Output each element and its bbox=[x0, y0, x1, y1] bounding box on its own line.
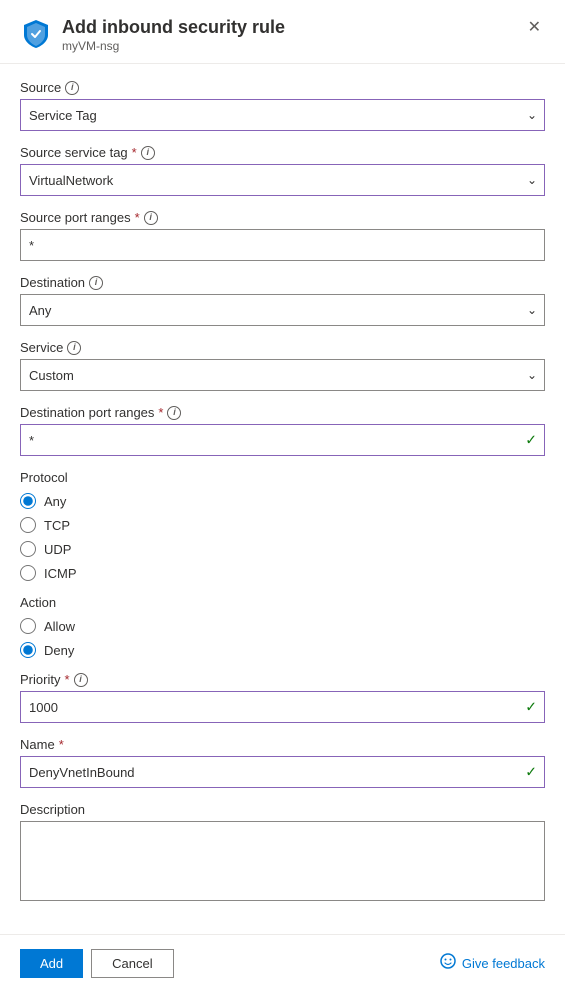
destination-select[interactable]: Any IP Addresses Service Tag VirtualNetw… bbox=[20, 294, 545, 326]
protocol-udp-item[interactable]: UDP bbox=[20, 541, 545, 557]
destination-port-ranges-input-wrapper: ✓ bbox=[20, 424, 545, 456]
protocol-udp-label: UDP bbox=[44, 542, 71, 557]
protocol-icmp-item[interactable]: ICMP bbox=[20, 565, 545, 581]
destination-port-ranges-field-group: Destination port ranges * i ✓ bbox=[20, 405, 545, 456]
protocol-radio-group: Any TCP UDP ICMP bbox=[20, 493, 545, 581]
source-label: Source i bbox=[20, 80, 545, 95]
priority-input-wrapper: ✓ bbox=[20, 691, 545, 723]
footer-actions: Add Cancel bbox=[20, 949, 174, 978]
required-star-5: * bbox=[59, 737, 64, 752]
protocol-label: Protocol bbox=[20, 470, 545, 485]
action-label: Action bbox=[20, 595, 545, 610]
description-label: Description bbox=[20, 802, 545, 817]
service-select-wrapper: Custom HTTP HTTPS RDP SSH ⌄ bbox=[20, 359, 545, 391]
priority-label: Priority * i bbox=[20, 672, 545, 687]
source-port-ranges-info-icon[interactable]: i bbox=[144, 211, 158, 225]
panel: Add inbound security rule myVM-nsg ✕ Sou… bbox=[0, 0, 565, 992]
action-deny-label: Deny bbox=[44, 643, 74, 658]
name-input-wrapper: ✓ bbox=[20, 756, 545, 788]
service-field-group: Service i Custom HTTP HTTPS RDP SSH ⌄ bbox=[20, 340, 545, 391]
name-field-group: Name * ✓ bbox=[20, 737, 545, 788]
source-service-tag-field-group: Source service tag * i VirtualNetwork In… bbox=[20, 145, 545, 196]
close-button[interactable]: ✕ bbox=[524, 16, 545, 40]
name-input[interactable] bbox=[20, 756, 545, 788]
required-star-3: * bbox=[158, 405, 163, 420]
destination-port-ranges-input[interactable] bbox=[20, 424, 545, 456]
action-deny-radio[interactable] bbox=[20, 642, 36, 658]
add-button[interactable]: Add bbox=[20, 949, 83, 978]
panel-subtitle: myVM-nsg bbox=[62, 39, 285, 53]
action-field-group: Action Allow Deny bbox=[20, 595, 545, 658]
protocol-udp-radio[interactable] bbox=[20, 541, 36, 557]
source-select-wrapper: Service Tag IP Addresses Any My IP addre… bbox=[20, 99, 545, 131]
name-label: Name * bbox=[20, 737, 545, 752]
priority-info-icon[interactable]: i bbox=[74, 673, 88, 687]
protocol-any-radio[interactable] bbox=[20, 493, 36, 509]
action-deny-item[interactable]: Deny bbox=[20, 642, 545, 658]
source-port-ranges-field-group: Source port ranges * i bbox=[20, 210, 545, 261]
service-select[interactable]: Custom HTTP HTTPS RDP SSH bbox=[20, 359, 545, 391]
protocol-any-item[interactable]: Any bbox=[20, 493, 545, 509]
shield-icon bbox=[20, 18, 52, 50]
footer: Add Cancel Give feedback bbox=[0, 934, 565, 992]
source-service-tag-select[interactable]: VirtualNetwork Internet AzureLoadBalance… bbox=[20, 164, 545, 196]
header: Add inbound security rule myVM-nsg ✕ bbox=[0, 0, 565, 64]
protocol-icmp-label: ICMP bbox=[44, 566, 77, 581]
form-body: Source i Service Tag IP Addresses Any My… bbox=[0, 64, 565, 934]
destination-info-icon[interactable]: i bbox=[89, 276, 103, 290]
header-text: Add inbound security rule myVM-nsg bbox=[62, 16, 285, 53]
priority-check-icon: ✓ bbox=[525, 699, 537, 716]
priority-field-group: Priority * i ✓ bbox=[20, 672, 545, 723]
source-info-icon[interactable]: i bbox=[65, 81, 79, 95]
description-field-group: Description bbox=[20, 802, 545, 904]
destination-select-wrapper: Any IP Addresses Service Tag VirtualNetw… bbox=[20, 294, 545, 326]
required-star-2: * bbox=[135, 210, 140, 225]
source-select[interactable]: Service Tag IP Addresses Any My IP addre… bbox=[20, 99, 545, 131]
feedback-icon bbox=[440, 953, 456, 974]
destination-port-check-icon: ✓ bbox=[525, 432, 537, 449]
feedback-button[interactable]: Give feedback bbox=[440, 953, 545, 974]
source-port-ranges-input-wrapper bbox=[20, 229, 545, 261]
protocol-tcp-item[interactable]: TCP bbox=[20, 517, 545, 533]
source-port-ranges-input[interactable] bbox=[20, 229, 545, 261]
destination-label: Destination i bbox=[20, 275, 545, 290]
destination-field-group: Destination i Any IP Addresses Service T… bbox=[20, 275, 545, 326]
description-textarea[interactable] bbox=[20, 821, 545, 901]
protocol-tcp-label: TCP bbox=[44, 518, 70, 533]
destination-port-ranges-info-icon[interactable]: i bbox=[167, 406, 181, 420]
action-allow-radio[interactable] bbox=[20, 618, 36, 634]
name-check-icon: ✓ bbox=[525, 764, 537, 781]
service-info-icon[interactable]: i bbox=[67, 341, 81, 355]
required-star: * bbox=[132, 145, 137, 160]
action-allow-label: Allow bbox=[44, 619, 75, 634]
action-allow-item[interactable]: Allow bbox=[20, 618, 545, 634]
source-port-ranges-label: Source port ranges * i bbox=[20, 210, 545, 225]
protocol-any-label: Any bbox=[44, 494, 66, 509]
action-radio-group: Allow Deny bbox=[20, 618, 545, 658]
panel-title: Add inbound security rule bbox=[62, 16, 285, 39]
feedback-label: Give feedback bbox=[462, 956, 545, 971]
protocol-icmp-radio[interactable] bbox=[20, 565, 36, 581]
destination-port-ranges-label: Destination port ranges * i bbox=[20, 405, 545, 420]
protocol-field-group: Protocol Any TCP UDP ICMP bbox=[20, 470, 545, 581]
source-field-group: Source i Service Tag IP Addresses Any My… bbox=[20, 80, 545, 131]
cancel-button[interactable]: Cancel bbox=[91, 949, 173, 978]
required-star-4: * bbox=[64, 672, 69, 687]
source-service-tag-info-icon[interactable]: i bbox=[141, 146, 155, 160]
protocol-tcp-radio[interactable] bbox=[20, 517, 36, 533]
header-left: Add inbound security rule myVM-nsg bbox=[20, 16, 285, 53]
priority-input[interactable] bbox=[20, 691, 545, 723]
source-service-tag-select-wrapper: VirtualNetwork Internet AzureLoadBalance… bbox=[20, 164, 545, 196]
service-label: Service i bbox=[20, 340, 545, 355]
source-service-tag-label: Source service tag * i bbox=[20, 145, 545, 160]
